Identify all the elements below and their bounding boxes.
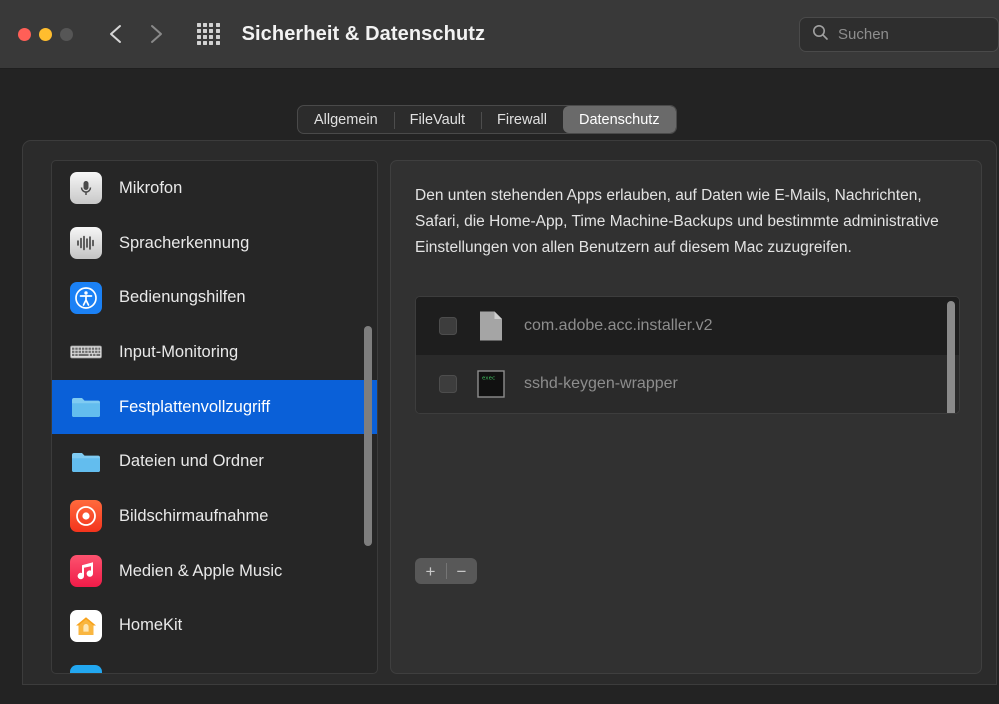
sidebar-scrollbar[interactable] bbox=[364, 326, 372, 546]
app-name: com.adobe.acc.installer.v2 bbox=[524, 317, 713, 334]
grid-dot bbox=[209, 22, 214, 27]
minus-icon: − bbox=[456, 561, 467, 581]
plus-icon: + bbox=[425, 561, 436, 581]
grid-dot bbox=[215, 28, 220, 33]
show-all-grid-icon[interactable] bbox=[197, 22, 220, 46]
app-permission-checkbox[interactable] bbox=[439, 375, 457, 393]
keyboard-icon bbox=[70, 336, 102, 368]
sidebar-item-input-monitoring[interactable]: Input-Monitoring bbox=[52, 325, 377, 380]
table-row[interactable]: Lr Adobe Lightroom bbox=[416, 413, 959, 414]
page-title: Sicherheit & Datenschutz bbox=[241, 22, 486, 45]
generic-document-icon bbox=[475, 310, 507, 342]
grid-dot bbox=[209, 28, 214, 33]
tab-bar: Allgemein FileVault Firewall Datenschutz bbox=[297, 105, 677, 134]
sidebar-item-bildschirmaufnahme[interactable]: Bildschirmaufnahme bbox=[52, 489, 377, 544]
add-remove-button-group: + − bbox=[415, 558, 477, 584]
traffic-lights bbox=[18, 27, 73, 41]
sidebar-item-festplattenvollzugriff[interactable]: Festplattenvollzugriff bbox=[52, 379, 377, 435]
screen-record-icon bbox=[70, 500, 102, 533]
grid-dot bbox=[215, 35, 220, 40]
tab-allgemein[interactable]: Allgemein bbox=[298, 106, 394, 133]
sidebar-item-spracherkennung[interactable]: Spracherkennung bbox=[52, 216, 377, 271]
grid-dot bbox=[215, 41, 220, 46]
grid-dot bbox=[197, 28, 201, 33]
svg-text:exec: exec bbox=[482, 376, 495, 382]
sidebar-item-label: Bedienungshilfen bbox=[119, 288, 246, 307]
sidebar-item-label: Spracherkennung bbox=[119, 233, 250, 252]
blue-app-icon bbox=[70, 664, 102, 673]
sidebar-item-mikrofon[interactable]: Mikrofon bbox=[52, 161, 377, 216]
grid-dot bbox=[197, 22, 201, 27]
sidebar-item-homekit[interactable]: HomeKit bbox=[52, 599, 377, 654]
privacy-description: Den unten stehenden Apps erlauben, auf D… bbox=[415, 187, 939, 256]
folder-icon bbox=[70, 446, 102, 478]
sidebar-item-label: Medien & Apple Music bbox=[119, 561, 283, 580]
sidebar-item-label: Dateien und Ordner bbox=[119, 452, 264, 471]
remove-app-button[interactable]: − bbox=[446, 558, 477, 584]
sidebar-item-label: HomeKit bbox=[119, 616, 183, 635]
search-placeholder: Suchen bbox=[838, 26, 889, 43]
zoom-button bbox=[60, 27, 73, 41]
grid-dot bbox=[203, 28, 208, 33]
sidebar-item-bedienungshilfen[interactable]: Bedienungshilfen bbox=[52, 270, 377, 325]
window-titlebar: Sicherheit & Datenschutz Suchen bbox=[0, 0, 999, 69]
grid-dot bbox=[215, 22, 220, 27]
back-button[interactable] bbox=[107, 19, 129, 49]
tab-datenschutz[interactable]: Datenschutz bbox=[562, 106, 676, 133]
accessibility-icon bbox=[70, 281, 102, 314]
sidebar-item-label: Input-Monitoring bbox=[119, 342, 239, 361]
app-permission-checkbox[interactable] bbox=[439, 317, 457, 335]
app-permission-list[interactable]: com.adobe.acc.installer.v2 exec sshd-key… bbox=[415, 296, 960, 414]
tab-firewall[interactable]: Firewall bbox=[481, 106, 563, 133]
home-icon bbox=[70, 609, 102, 642]
terminal-exec-icon: exec bbox=[475, 368, 507, 400]
sidebar-list: Mikrofon Spracherkennung Bedienungshilfe… bbox=[52, 161, 377, 673]
table-row[interactable]: exec sshd-keygen-wrapper bbox=[416, 355, 959, 413]
waveform-icon bbox=[70, 227, 102, 260]
add-app-button[interactable]: + bbox=[415, 558, 446, 584]
navigation-arrows bbox=[107, 19, 169, 49]
table-row[interactable]: com.adobe.acc.installer.v2 bbox=[416, 297, 959, 355]
grid-dot bbox=[203, 22, 208, 27]
folder-icon bbox=[70, 391, 102, 423]
sidebar-item-medien-apple-music[interactable]: Medien & Apple Music bbox=[52, 544, 377, 599]
forward-button[interactable] bbox=[147, 19, 169, 49]
grid-dot bbox=[197, 35, 201, 40]
minimize-button[interactable] bbox=[39, 27, 52, 41]
grid-dot bbox=[209, 41, 214, 46]
grid-dot bbox=[197, 41, 201, 46]
sidebar-item-partial[interactable] bbox=[52, 653, 377, 673]
app-list-scrollbar[interactable] bbox=[947, 301, 955, 413]
sidebar-item-label: Mikrofon bbox=[119, 178, 183, 197]
sidebar-item-dateien-und-ordner[interactable]: Dateien und Ordner bbox=[52, 434, 377, 489]
sidebar-item-label: Bildschirmaufnahme bbox=[119, 506, 269, 525]
search-icon bbox=[812, 24, 829, 46]
sidebar-item-label: Festplattenvollzugriff bbox=[119, 397, 271, 416]
music-note-icon bbox=[70, 555, 102, 588]
search-field[interactable]: Suchen bbox=[799, 17, 999, 52]
app-name: sshd-keygen-wrapper bbox=[524, 375, 678, 392]
grid-dot bbox=[203, 41, 208, 46]
microphone-icon bbox=[70, 172, 102, 205]
grid-dot bbox=[203, 35, 208, 40]
privacy-detail-panel: Den unten stehenden Apps erlauben, auf D… bbox=[390, 160, 982, 674]
grid-dot bbox=[209, 35, 214, 40]
tab-filevault[interactable]: FileVault bbox=[393, 106, 481, 133]
close-button[interactable] bbox=[18, 27, 31, 41]
privacy-category-sidebar[interactable]: Mikrofon Spracherkennung Bedienungshilfe… bbox=[51, 160, 378, 674]
